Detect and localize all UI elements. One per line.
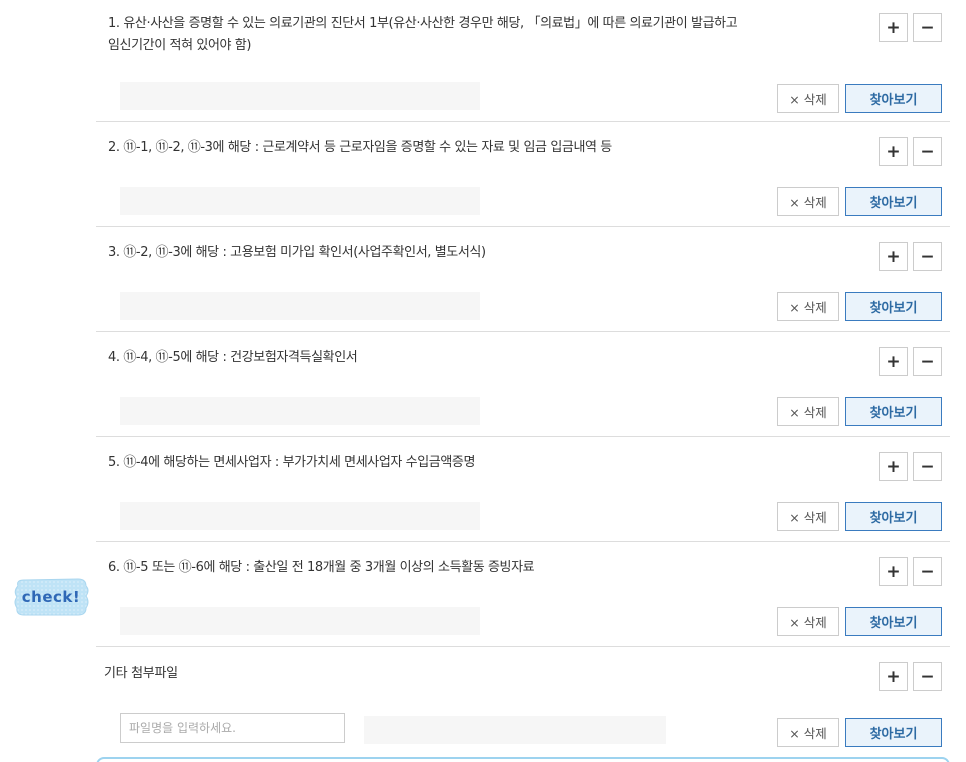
add-row-button[interactable]: + [879, 137, 908, 166]
remove-row-button[interactable]: − [913, 13, 942, 42]
attachment-row-5: 5. ⑪-4에 해당하는 면세사업자 : 부가가치세 면세사업자 수입금액증명 … [96, 437, 950, 542]
browse-button[interactable]: 찾아보기 [845, 187, 942, 216]
check-badge-text: check! [21, 588, 81, 606]
delete-button[interactable]: × 삭제 [777, 84, 839, 113]
file-display-box [120, 82, 480, 110]
delete-button[interactable]: × 삭제 [777, 292, 839, 321]
attachment-row-6: 6. ⑪-5 또는 ⑪-6에 해당 : 출산일 전 18개월 중 3개월 이상의… [96, 542, 950, 647]
file-display-box [120, 607, 480, 635]
add-row-button[interactable]: + [879, 347, 908, 376]
file-display-box [120, 292, 480, 320]
other-attachment-row: 기타 첨부파일 + − × 삭제 찾아보기 [96, 647, 950, 755]
file-display-box [120, 397, 480, 425]
delete-button[interactable]: × 삭제 [777, 397, 839, 426]
attachment-row-4: 4. ⑪-4, ⑪-5에 해당 : 건강보험자격득실확인서 + − × 삭제 찾… [96, 332, 950, 437]
add-row-button[interactable]: + [879, 662, 908, 691]
attachment-row-3: 3. ⑪-2, ⑪-3에 해당 : 고용보험 미가입 확인서(사업주확인서, 별… [96, 227, 950, 332]
attachment-title: 4. ⑪-4, ⑪-5에 해당 : 건강보험자격득실확인서 [108, 350, 358, 365]
add-row-button[interactable]: + [879, 557, 908, 586]
attachment-title: 3. ⑪-2, ⑪-3에 해당 : 고용보험 미가입 확인서(사업주확인서, 별… [108, 245, 486, 260]
attachment-title: 2. ⑪-1, ⑪-2, ⑪-3에 해당 : 근로계약서 등 근로자임을 증명할… [108, 140, 612, 155]
browse-button[interactable]: 찾아보기 [845, 502, 942, 531]
attachment-row-2: 2. ⑪-1, ⑪-2, ⑪-3에 해당 : 근로계약서 등 근로자임을 증명할… [96, 122, 950, 227]
browse-button[interactable]: 찾아보기 [845, 607, 942, 636]
delete-button[interactable]: × 삭제 [777, 502, 839, 531]
attachment-title: 1. 유산·사산을 증명할 수 있는 의료기관의 진단서 1부(유산·사산한 경… [108, 16, 738, 53]
remove-row-button[interactable]: − [913, 452, 942, 481]
remove-row-button[interactable]: − [913, 557, 942, 586]
add-row-button[interactable]: + [879, 242, 908, 271]
remove-row-button[interactable]: − [913, 242, 942, 271]
attachment-row-1: 1. 유산·사산을 증명할 수 있는 의료기관의 진단서 1부(유산·사산한 경… [96, 0, 950, 122]
next-section-box [96, 757, 950, 762]
other-attachment-title: 기타 첨부파일 [104, 666, 178, 681]
delete-button[interactable]: × 삭제 [777, 607, 839, 636]
attachment-title: 5. ⑪-4에 해당하는 면세사업자 : 부가가치세 면세사업자 수입금액증명 [108, 455, 476, 470]
remove-row-button[interactable]: − [913, 347, 942, 376]
add-row-button[interactable]: + [879, 452, 908, 481]
browse-button[interactable]: 찾아보기 [845, 397, 942, 426]
file-display-box [120, 187, 480, 215]
file-display-box [120, 502, 480, 530]
remove-row-button[interactable]: − [913, 662, 942, 691]
browse-button[interactable]: 찾아보기 [845, 84, 942, 113]
delete-button[interactable]: × 삭제 [777, 187, 839, 216]
browse-button[interactable]: 찾아보기 [845, 718, 942, 747]
delete-button[interactable]: × 삭제 [777, 718, 839, 747]
attachment-title: 6. ⑪-5 또는 ⑪-6에 해당 : 출산일 전 18개월 중 3개월 이상의… [108, 560, 535, 575]
add-row-button[interactable]: + [879, 13, 908, 42]
filename-input[interactable] [120, 713, 345, 743]
browse-button[interactable]: 찾아보기 [845, 292, 942, 321]
remove-row-button[interactable]: − [913, 137, 942, 166]
check-badge: check! [12, 576, 90, 618]
file-display-box [364, 716, 666, 744]
